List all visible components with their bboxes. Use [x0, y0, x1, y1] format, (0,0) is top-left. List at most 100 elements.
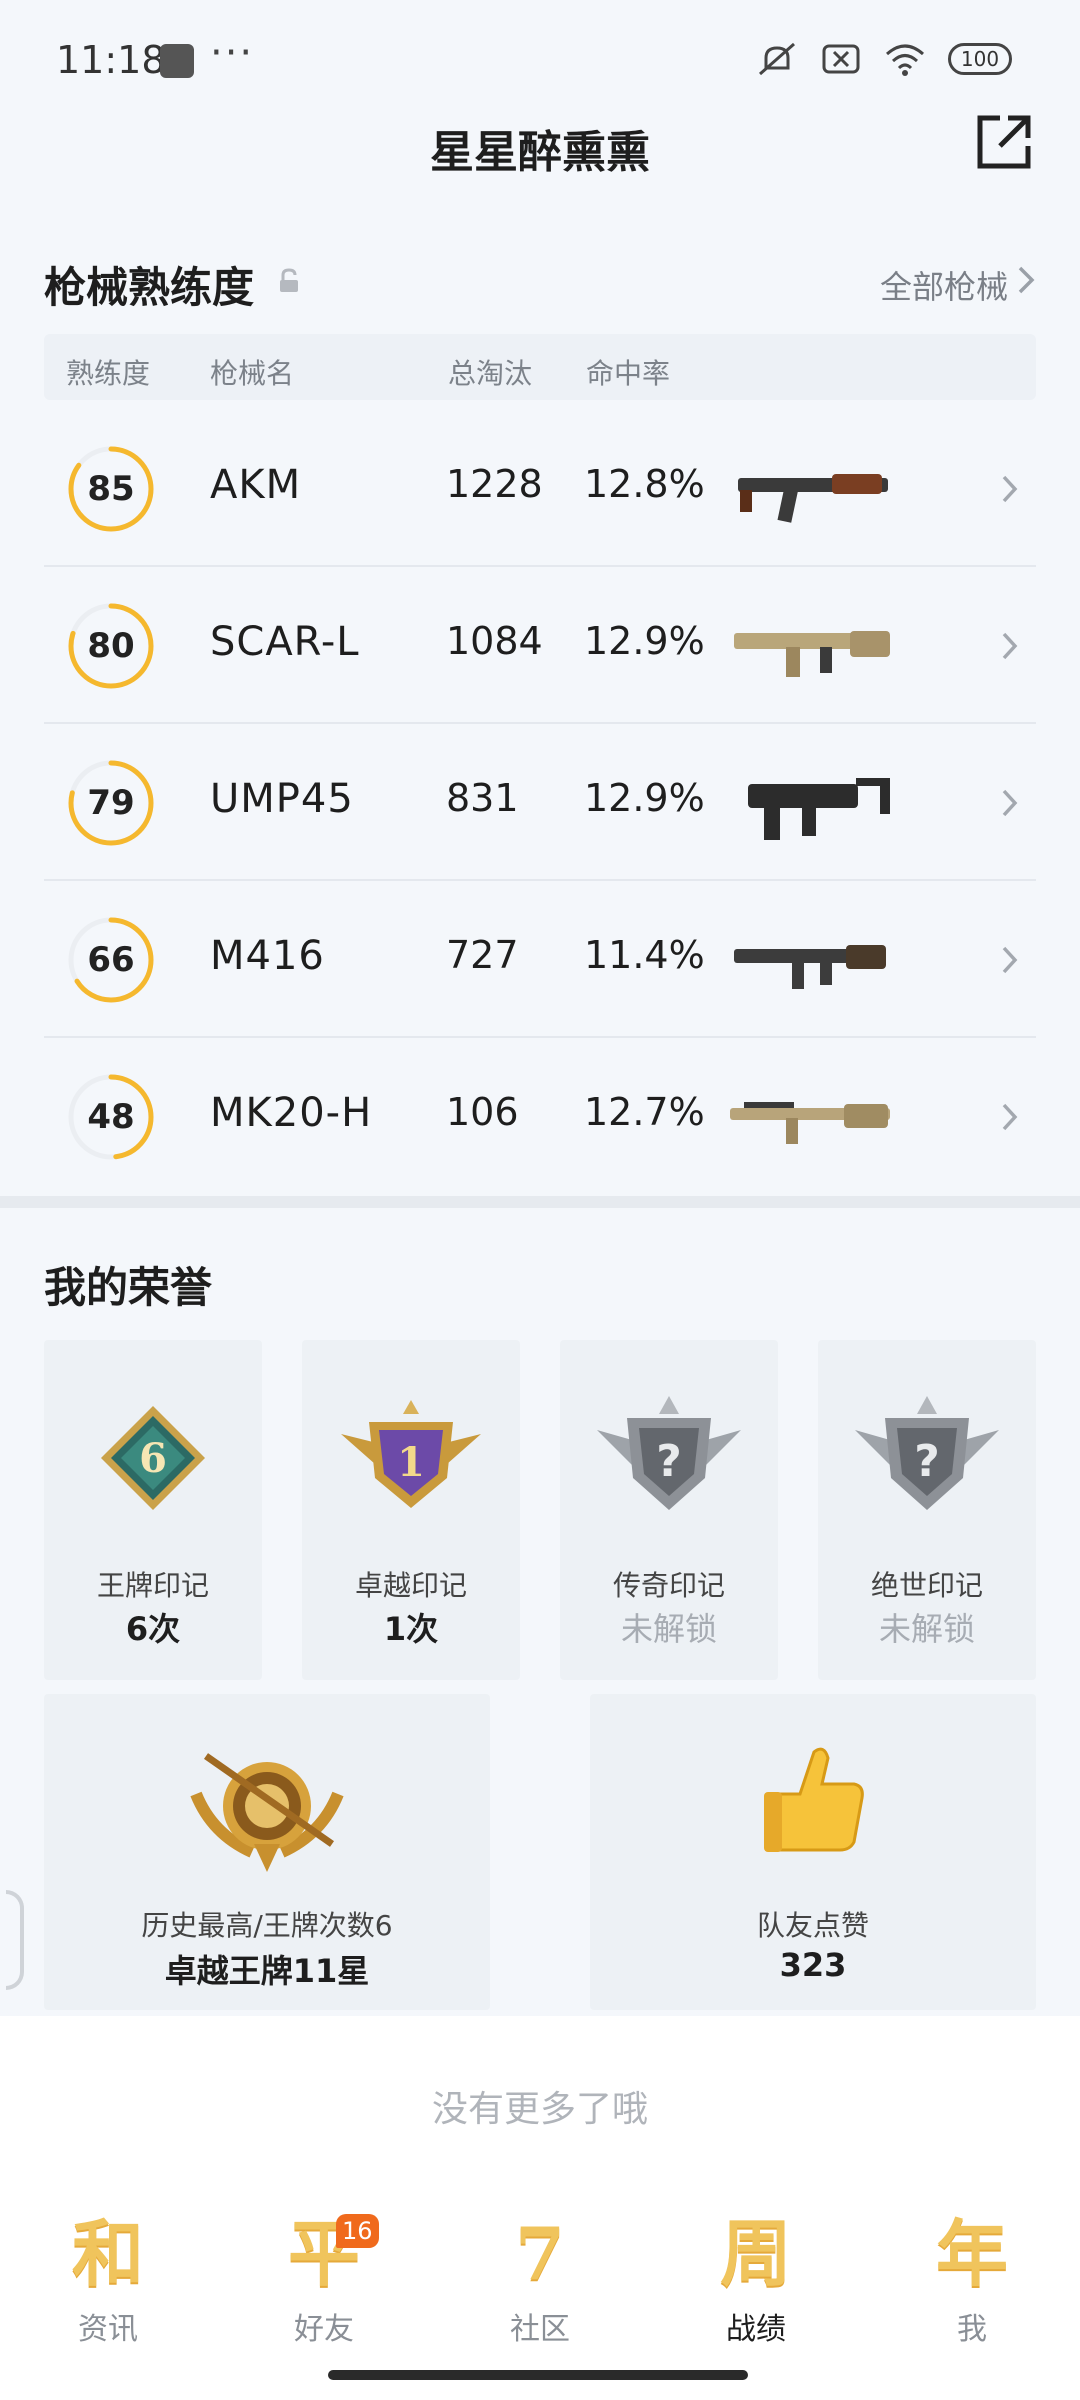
gun-hit-rate: 11.4%	[584, 933, 705, 977]
gun-row[interactable]: 79 UMP45 831 12.9%	[44, 724, 1036, 881]
header: 星星醉熏熏	[0, 108, 1080, 188]
page-title: 星星醉熏熏	[430, 127, 650, 178]
gun-kills: 727	[446, 933, 519, 977]
me-tab-icon: 年	[935, 2211, 1009, 2296]
chevron-right-icon	[1018, 266, 1035, 294]
lock-icon	[280, 268, 298, 292]
gun-row[interactable]: 66 M416 727 11.4%	[44, 881, 1036, 1038]
bottom-nav: 和 资讯 平 16 好友 7 社区 周 战绩 年 我	[0, 2200, 1080, 2350]
gun-mastery-header: 枪械熟练度 全部枪械	[44, 254, 1036, 314]
column-header: 枪械名	[210, 357, 295, 390]
gun-kills: 106	[446, 1090, 519, 1134]
section-divider	[0, 1196, 1080, 1208]
legend-mark-locked-icon: ?	[597, 1396, 741, 1510]
thumbs-up-icon	[764, 1747, 864, 1852]
gun-name: SCAR-L	[210, 619, 360, 665]
ace-mark-badge-icon: 6	[101, 1406, 205, 1510]
status-bar: 11:18 ··· 100	[0, 0, 1080, 120]
records-tab-icon: 周	[719, 2211, 793, 2296]
nav-item-records[interactable]: 周 战绩	[648, 2200, 864, 2350]
peerless-mark-locked-icon: ?	[855, 1396, 999, 1510]
chevron-right-icon	[1002, 789, 1018, 817]
end-of-list-note: 没有更多了哦	[431, 2089, 648, 2130]
gun-hit-rate: 12.7%	[584, 1090, 705, 1134]
news-tab-icon: 和	[71, 2211, 145, 2296]
honor-value: 6次	[125, 1610, 181, 1648]
honor-value: 未解锁	[878, 1610, 975, 1648]
excellence-mark-count: 1	[397, 1439, 425, 1486]
all-guns-label[interactable]: 全部枪械	[880, 262, 1008, 308]
nav-label: 社区	[510, 2312, 570, 2347]
honor-label: 传奇印记	[612, 1569, 725, 1602]
nav-label: 资讯	[78, 2312, 138, 2347]
gun-name: M416	[210, 933, 325, 979]
column-header: 总淘汰	[448, 357, 533, 390]
nav-label: 好友	[294, 2312, 354, 2347]
honor-label: 绝世印记	[870, 1569, 983, 1602]
akm-rifle-icon	[738, 474, 888, 523]
honor-value: 未解锁	[620, 1610, 717, 1648]
column-header: 命中率	[586, 357, 671, 390]
gun-name: UMP45	[210, 776, 354, 822]
gun-name: AKM	[210, 462, 302, 508]
community-tab-icon: 7	[514, 2211, 566, 2296]
mastery-value: 80	[87, 626, 135, 666]
mute-icon	[759, 42, 795, 76]
gun-hit-rate: 12.9%	[584, 619, 705, 663]
mastery-value: 48	[87, 1097, 135, 1137]
ump-smg-icon	[748, 778, 890, 840]
ace-mark-count: 6	[139, 1435, 167, 1482]
gun-kills: 831	[446, 776, 519, 820]
chevron-right-icon	[1002, 475, 1018, 503]
nav-item-me[interactable]: 年 我	[864, 2200, 1080, 2350]
column-header: 熟练度	[66, 357, 151, 390]
home-indicator[interactable]	[328, 2370, 748, 2380]
unread-badge: 16	[336, 2214, 379, 2248]
peerless-mark-placeholder: ?	[914, 1436, 940, 1487]
highest-rank-card[interactable]: 历史最高/王牌次数6 卓越王牌11星	[44, 1694, 490, 2010]
no-sim-icon	[822, 44, 860, 74]
honor-label: 王牌印记	[96, 1569, 209, 1602]
battery-indicator: 100	[948, 43, 1012, 75]
honors-title: 我的荣誉	[44, 1263, 213, 1312]
gun-hit-rate: 12.8%	[584, 462, 705, 506]
teammate-likes-card[interactable]: 队友点赞 323	[590, 1694, 1036, 2010]
gun-name: MK20-H	[210, 1090, 373, 1136]
highest-rank-value: 卓越王牌11星	[164, 1952, 370, 1990]
side-drawer-handle[interactable]	[6, 1890, 24, 1990]
honor-card-legend[interactable]: ? 传奇印记 未解锁	[560, 1340, 778, 1680]
likes-value: 323	[779, 1946, 847, 1984]
excellence-mark-badge-icon: 1	[341, 1400, 481, 1508]
honor-card-peerless[interactable]: ? 绝世印记 未解锁	[818, 1340, 1036, 1680]
honor-label: 卓越印记	[354, 1569, 467, 1602]
status-time: 11:18	[56, 38, 166, 82]
chevron-right-icon	[1002, 632, 1018, 660]
nav-item-news[interactable]: 和 资讯	[0, 2200, 216, 2350]
mastery-value: 66	[87, 940, 135, 980]
chevron-right-icon	[1002, 1103, 1018, 1131]
section-title: 枪械熟练度	[44, 263, 255, 312]
chevron-right-icon	[1002, 946, 1018, 974]
likes-label: 队友点赞	[756, 1909, 869, 1942]
gun-row[interactable]: 80 SCAR-L 1084 12.9%	[44, 567, 1036, 724]
rank-emblem-icon	[190, 1753, 344, 1872]
nav-label: 战绩	[726, 2312, 786, 2347]
honor-card-excellence[interactable]: 1 卓越印记 1次	[302, 1340, 520, 1680]
gun-table-header: 熟练度 枪械名 总淘汰 命中率	[44, 334, 1036, 400]
nav-item-friends[interactable]: 平 16 好友	[216, 2200, 432, 2350]
gun-kills: 1228	[446, 462, 543, 506]
share-icon[interactable]	[974, 112, 1034, 172]
mastery-value: 85	[87, 469, 135, 509]
scar-rifle-icon	[734, 631, 890, 677]
highest-rank-label: 历史最高/王牌次数6	[141, 1909, 393, 1942]
app-notification-icon	[160, 44, 194, 78]
gun-row[interactable]: 85 AKM 1228 12.8%	[44, 410, 1036, 567]
honor-value: 1次	[383, 1610, 439, 1648]
nav-item-community[interactable]: 7 社区	[432, 2200, 648, 2350]
mastery-value: 79	[87, 783, 135, 823]
nav-label: 我	[957, 2312, 987, 2347]
m416-rifle-icon	[734, 945, 886, 989]
gun-row[interactable]: 48 MK20-H 106 12.7%	[44, 1038, 1036, 1195]
honor-card-ace[interactable]: 6 王牌印记 6次	[44, 1340, 262, 1680]
legend-mark-placeholder: ?	[656, 1436, 682, 1487]
